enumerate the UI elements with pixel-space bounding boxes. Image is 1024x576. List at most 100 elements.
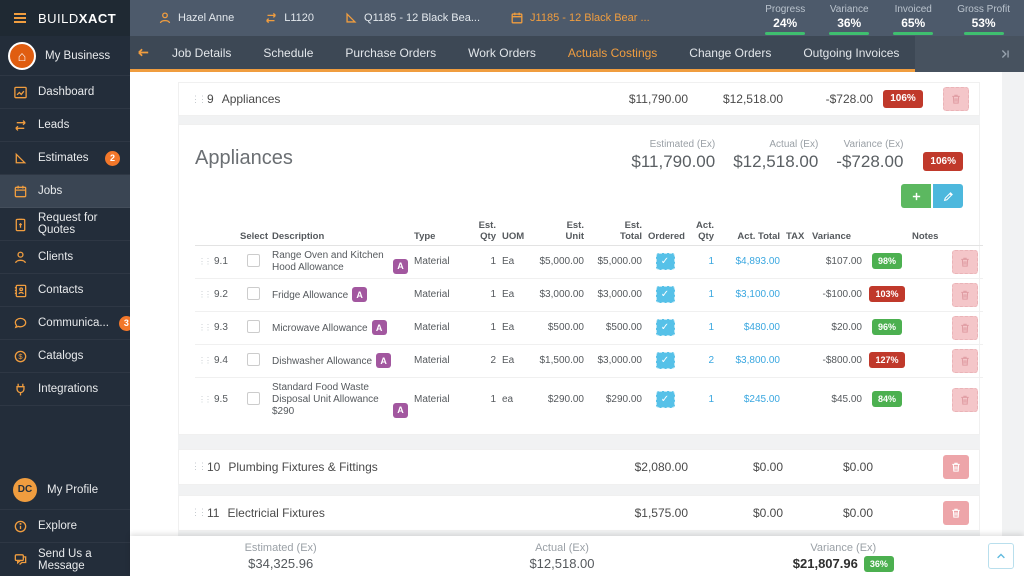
select-checkbox[interactable] — [246, 319, 260, 333]
delete-item-button[interactable] — [952, 249, 978, 274]
item-percent-badge: 103% — [869, 286, 905, 303]
category-name: Electricial Fixtures — [227, 505, 325, 520]
sidebar-item-jobs[interactable]: Jobs — [0, 175, 130, 208]
act-total[interactable]: $3,100.00 — [717, 278, 783, 312]
act-qty[interactable]: 1 — [685, 311, 717, 345]
estimated-label: Estimated (Ex) — [649, 139, 716, 150]
drag-handle-icon[interactable]: ⋮⋮ — [198, 290, 212, 299]
tab-item[interactable]: Change Orders — [673, 36, 787, 69]
stat-label: Invoiced — [894, 4, 932, 15]
sidebar-item-contacts[interactable]: Contacts — [0, 274, 130, 307]
topnav-job[interactable]: J1185 - 12 Black Bear ... — [510, 11, 650, 25]
swap-arrows-icon — [264, 11, 278, 25]
drag-handle-icon[interactable]: ⋮⋮ — [191, 461, 207, 472]
sidebar-label: Contacts — [38, 284, 84, 296]
profile-avatar: DC — [13, 477, 37, 502]
tab-label: Change Orders — [689, 45, 772, 60]
stat-value: 24% — [773, 16, 798, 30]
actual-label: Actual (Ex) — [769, 139, 819, 150]
delete-category-button[interactable] — [943, 454, 969, 479]
act-total[interactable]: $245.00 — [717, 377, 783, 422]
sidebar-item-explore[interactable]: Explore — [0, 510, 130, 543]
delete-item-button[interactable] — [952, 315, 978, 340]
sidebar-item-leads[interactable]: Leads — [0, 109, 130, 142]
select-checkbox[interactable] — [246, 286, 260, 300]
drag-handle-icon[interactable]: ⋮⋮ — [198, 323, 212, 332]
delete-item-button[interactable] — [952, 387, 978, 412]
tab-item[interactable]: Work Orders — [452, 36, 552, 69]
tab-item[interactable]: Job Details — [156, 36, 247, 69]
edit-section-button[interactable] — [933, 184, 963, 208]
delete-category-button[interactable] — [943, 500, 969, 525]
act-total[interactable]: $480.00 — [717, 311, 783, 345]
sidebar-item-clients[interactable]: Clients — [0, 241, 130, 274]
footer-estimated-label: Estimated (Ex) — [244, 541, 317, 554]
select-checkbox[interactable] — [246, 352, 260, 366]
select-checkbox[interactable] — [246, 391, 260, 405]
category-row-appliances[interactable]: ⋮⋮ 9 Appliances $11,790.00 $12,518.00 -$… — [178, 82, 980, 116]
sidebar-item-send-message[interactable]: Send Us a Message — [0, 543, 130, 576]
stat-underline — [765, 32, 806, 35]
act-total[interactable]: $3,800.00 — [717, 344, 783, 378]
sidebar-label: Leads — [38, 119, 70, 131]
add-item-button[interactable] — [901, 184, 931, 208]
ordered-checkbox[interactable]: ✓ — [655, 352, 675, 370]
act-qty[interactable]: 1 — [685, 278, 717, 312]
tax-cell — [783, 311, 809, 345]
delete-item-button[interactable] — [952, 282, 978, 307]
sidebar-item-communications[interactable]: Communica... 3 — [0, 307, 134, 340]
tab-item[interactable]: Purchase Orders — [329, 36, 452, 69]
ordered-checkbox[interactable]: ✓ — [655, 253, 675, 271]
sidebar-item-integrations[interactable]: Integrations — [0, 373, 130, 406]
ordered-checkbox[interactable]: ✓ — [655, 286, 675, 304]
drag-handle-icon[interactable]: ⋮⋮ — [191, 94, 207, 105]
sidebar-item-my-profile[interactable]: DC My Profile — [0, 470, 130, 510]
estimates-count-badge: 2 — [105, 150, 120, 166]
sidebar-item-catalogs[interactable]: $ Catalogs — [0, 340, 130, 373]
delete-category-button[interactable] — [943, 87, 969, 111]
tab-item[interactable]: Outgoing Invoices — [787, 36, 915, 69]
drag-handle-icon[interactable]: ⋮⋮ — [198, 395, 212, 404]
tab-item[interactable]: Actuals Costings — [552, 36, 673, 69]
drag-handle-icon[interactable]: ⋮⋮ — [191, 507, 207, 518]
est-unit: $290.00 — [547, 394, 584, 406]
act-qty[interactable]: 1 — [685, 245, 717, 279]
sidebar-item-dashboard[interactable]: Dashboard — [0, 76, 130, 109]
sidebar-item-my-business[interactable]: ⌂ My Business — [0, 36, 130, 76]
sidebar-item-estimates[interactable]: Estimates 2 — [0, 142, 130, 175]
stat-value: 65% — [901, 16, 926, 30]
job-stats: Progress 24% Variance 36% Invoiced 65% G… — [765, 0, 1024, 36]
delete-item-button[interactable] — [952, 348, 978, 373]
drag-handle-icon[interactable]: ⋮⋮ — [198, 356, 212, 365]
section-stats: Estimated (Ex) $11,790.00 Actual (Ex) $1… — [631, 139, 963, 172]
drag-handle-icon[interactable]: ⋮⋮ — [198, 257, 212, 266]
item-number: 9.3 — [211, 311, 237, 345]
category-row[interactable]: ⋮⋮ 11 Electricial Fixtures $1,575.00 $0.… — [178, 494, 980, 531]
skip-to-end-icon[interactable] — [998, 47, 1012, 61]
topnav-quote[interactable]: Q1185 - 12 Black Bea... — [344, 11, 480, 25]
category-row[interactable]: ⋮⋮ 10 Plumbing Fixtures & Fittings $2,08… — [178, 448, 980, 485]
hamburger-menu-icon[interactable] — [12, 10, 28, 26]
select-checkbox[interactable] — [246, 253, 260, 267]
back-arrow-icon[interactable] — [130, 36, 156, 69]
uom: Ea — [499, 311, 529, 345]
ordered-checkbox[interactable]: ✓ — [655, 391, 675, 409]
uom: Ea — [499, 245, 529, 279]
sidebar-item-request-for-quotes[interactable]: Request for Quotes — [0, 208, 130, 241]
act-qty[interactable]: 1 — [685, 377, 717, 422]
leads-arrows-icon — [13, 118, 28, 133]
topnav-lead[interactable]: L1120 — [264, 11, 314, 25]
col-est-total: Est. Total — [587, 218, 645, 246]
vertical-scrollbar[interactable] — [1002, 72, 1024, 536]
act-qty[interactable]: 2 — [685, 344, 717, 378]
ordered-checkbox[interactable]: ✓ — [655, 319, 675, 337]
tab-label: Purchase Orders — [345, 45, 437, 60]
topnav-client[interactable]: Hazel Anne — [158, 11, 234, 25]
tab-item[interactable]: Schedule — [247, 36, 329, 69]
notes-cell — [909, 278, 949, 312]
scroll-to-top-button[interactable] — [988, 543, 1014, 569]
company-logo-icon: ⌂ — [8, 41, 36, 70]
sidebar-label: Communica... — [38, 317, 109, 329]
act-total[interactable]: $4,893.00 — [717, 245, 783, 279]
item-number: 9.5 — [214, 394, 228, 406]
